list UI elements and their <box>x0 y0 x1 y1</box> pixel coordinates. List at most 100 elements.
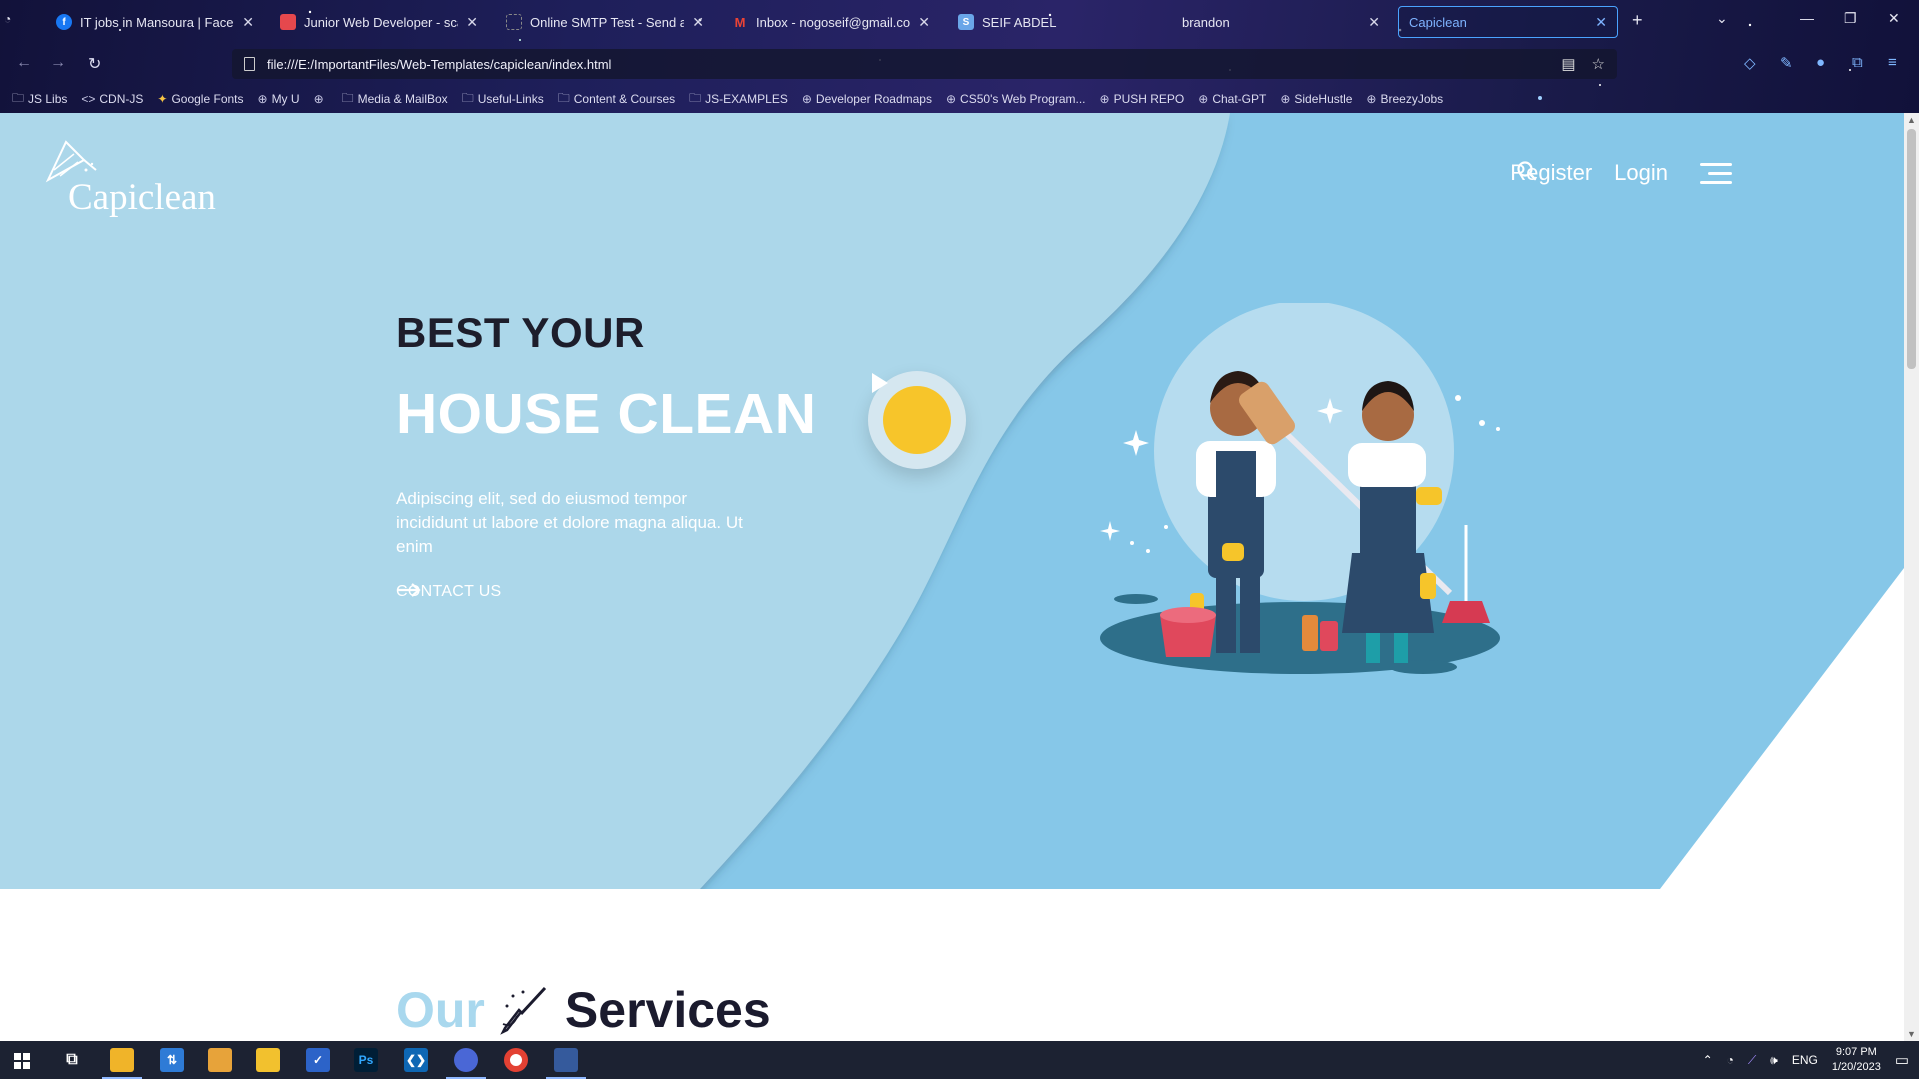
bookmark-star-icon[interactable]: ☆ <box>1592 55 1605 73</box>
globe-icon: ⊕ <box>1099 92 1110 106</box>
scrollbar-thumb[interactable] <box>1907 129 1916 369</box>
clock[interactable]: 9:07 PM 1/20/2023 <box>1832 1045 1881 1075</box>
restore-icon[interactable]: ❐ <box>1844 10 1857 27</box>
tab-seif-abdel[interactable]: S SEIF ABDEL <box>948 6 1166 38</box>
services-heading-our: Our <box>396 982 485 1038</box>
new-tab-icon[interactable]: + <box>1632 10 1643 31</box>
tab-scandiweb[interactable]: Junior Web Developer - scandiweb ✕ <box>270 6 488 38</box>
list-tabs-icon[interactable]: ⌄ <box>1716 10 1728 27</box>
play-circle <box>872 373 951 454</box>
page-viewport: Capiclean Register Login BEST YOUR HOUSE… <box>0 113 1904 1041</box>
bookmark-developer-roadmaps[interactable]: ⊕ Developer Roadmaps <box>802 92 932 106</box>
vscode-icon[interactable]: ❮❯ <box>404 1048 428 1072</box>
close-icon[interactable]: ✕ <box>466 14 478 31</box>
task-view-icon[interactable]: ⧉ <box>60 1048 84 1072</box>
tab-bar: ◔ f IT jobs in Mansoura | Facebook ✕ Jun… <box>0 0 1919 44</box>
address-bar[interactable]: file:///E:/ImportantFiles/Web-Templates/… <box>232 49 1617 79</box>
hero-background <box>0 113 1904 889</box>
services-heading: Our Services <box>396 981 771 1039</box>
folder-icon: 🗀 <box>341 90 354 105</box>
wrench-icon[interactable]: ✎ <box>1780 54 1793 72</box>
arrow-right-icon <box>397 583 421 597</box>
folder-icon: 🗀 <box>689 90 702 105</box>
language-indicator[interactable]: ENG <box>1792 1053 1818 1067</box>
bookmark-js-libs[interactable]: 🗀 JS Libs <box>12 89 67 110</box>
brand-name: Capiclean <box>68 177 216 218</box>
page-scrollbar[interactable]: ▲ ▼ <box>1904 113 1919 1041</box>
pen-icon[interactable]: ⟋ <box>1748 1053 1756 1068</box>
bookmark-my-u[interactable]: ⊕ My U <box>258 92 300 106</box>
close-icon[interactable]: ✕ <box>918 14 930 31</box>
menu-icon[interactable]: ≡ <box>1888 54 1897 71</box>
folder-icon: 🗀 <box>461 90 474 105</box>
system-tray: ⌃ ◔ ⟋ 🕪 ENG 9:07 PM 1/20/2023 ▭ <box>1703 1041 1919 1079</box>
extensions-icon[interactable]: ⧉ <box>1852 54 1863 71</box>
app-icon[interactable] <box>256 1048 280 1072</box>
photoshop-icon[interactable]: Ps <box>354 1048 378 1072</box>
close-icon[interactable]: ✕ <box>242 14 254 31</box>
globe-icon: ⊕ <box>1280 92 1291 106</box>
gmail-icon: M <box>734 14 746 30</box>
tab-facebook[interactable]: f IT jobs in Mansoura | Facebook ✕ <box>46 6 264 38</box>
browser-chrome: ◔ f IT jobs in Mansoura | Facebook ✕ Jun… <box>0 0 1919 113</box>
search-icon[interactable] <box>1516 160 1538 182</box>
bookmark-cdn-js[interactable]: <> CDN-JS <box>81 92 143 106</box>
back-icon[interactable]: ← <box>16 54 32 72</box>
volume-icon[interactable]: 🕪 <box>1770 1053 1778 1068</box>
firefox-view-icon[interactable]: ◔ <box>4 12 11 26</box>
tab-smtp-test[interactable]: Online SMTP Test - Send and Check ✕ <box>496 6 714 38</box>
url-text[interactable]: file:///E:/ImportantFiles/Web-Templates/… <box>267 57 611 72</box>
close-icon[interactable]: ✕ <box>692 14 704 31</box>
app-icon[interactable]: ✓ <box>306 1048 330 1072</box>
scandiweb-icon <box>280 14 296 30</box>
globe-icon: ⊕ <box>1366 92 1377 106</box>
folder-icon: 🗀 <box>557 90 570 105</box>
chrome-icon[interactable] <box>504 1048 528 1072</box>
bookmark-chat-gpt[interactable]: ⊕ Chat-GPT <box>1198 92 1266 106</box>
app-icon[interactable] <box>208 1048 232 1072</box>
globe-icon: ⊕ <box>1198 92 1209 106</box>
bookmark-media-mailbox[interactable]: 🗀 Media & MailBox <box>342 89 448 110</box>
bookmark-unnamed[interactable]: ⊕ <box>314 92 328 106</box>
pocket-icon[interactable]: ◇ <box>1744 54 1756 72</box>
tab-gmail[interactable]: M Inbox - nogoseif@gmail.com ✕ <box>722 6 940 38</box>
app-icon[interactable]: ⇅ <box>160 1048 184 1072</box>
page-icon <box>244 57 255 71</box>
extension-s-icon[interactable]: ● <box>1816 54 1825 71</box>
hero-lead-text: Adipiscing elit, sed do eiusmod tempor i… <box>396 489 743 556</box>
tab-brandon[interactable]: brandon ✕ <box>1172 6 1390 38</box>
bookmark-js-examples[interactable]: 🗀 JS-EXAMPLES <box>689 89 788 110</box>
login-link[interactable]: Login <box>1614 160 1668 186</box>
tab-capiclean[interactable]: Capiclean ✕ <box>1398 6 1618 38</box>
bookmark-sidehustle[interactable]: ⊕ SideHustle <box>1280 92 1352 106</box>
close-window-icon[interactable]: ✕ <box>1888 10 1900 27</box>
scroll-up-icon[interactable]: ▲ <box>1904 115 1919 125</box>
minimize-icon[interactable]: — <box>1800 10 1814 26</box>
windows-start-icon[interactable] <box>14 1053 30 1069</box>
show-hidden-icons-icon[interactable]: ⌃ <box>1703 1053 1713 1067</box>
contact-us-link[interactable]: CONTACT US <box>396 583 502 601</box>
forward-icon[interactable]: → <box>50 54 66 72</box>
doc-icon: S <box>958 14 974 30</box>
firefox-icon[interactable] <box>454 1048 478 1072</box>
reload-icon[interactable]: ↻ <box>88 54 101 74</box>
notifications-icon[interactable]: ▭ <box>1895 1051 1909 1069</box>
reader-view-icon[interactable]: ▤ <box>1561 55 1575 73</box>
close-icon[interactable]: ✕ <box>1595 14 1607 31</box>
bookmark-cs50[interactable]: ⊕ CS50's Web Program... <box>946 92 1086 106</box>
play-video-button[interactable] <box>868 371 966 469</box>
hero-section: Capiclean Register Login BEST YOUR HOUSE… <box>0 113 1904 889</box>
bookmark-google-fonts[interactable]: ✦ Google Fonts <box>157 92 243 106</box>
close-icon[interactable]: ✕ <box>1368 14 1380 31</box>
bookmark-push-repo[interactable]: ⊕ PUSH REPO <box>1100 92 1185 106</box>
bookmark-useful-links[interactable]: 🗀 Useful-Links <box>462 89 544 110</box>
hamburger-menu-icon[interactable] <box>1700 162 1732 184</box>
file-explorer-icon[interactable] <box>110 1048 134 1072</box>
bookmark-content-courses[interactable]: 🗀 Content & Courses <box>558 89 675 110</box>
bookmark-breezyjobs[interactable]: ⊕ BreezyJobs <box>1366 92 1443 106</box>
bookmarks-bar: 🗀 JS Libs <> CDN-JS ✦ Google Fonts ⊕ My U ⊕ … <box>0 88 1919 110</box>
app-icon[interactable] <box>554 1048 578 1072</box>
globe-icon: ⊕ <box>945 92 957 106</box>
network-icon[interactable]: ◔ <box>1727 1053 1734 1067</box>
scroll-down-icon[interactable]: ▼ <box>1904 1029 1919 1039</box>
